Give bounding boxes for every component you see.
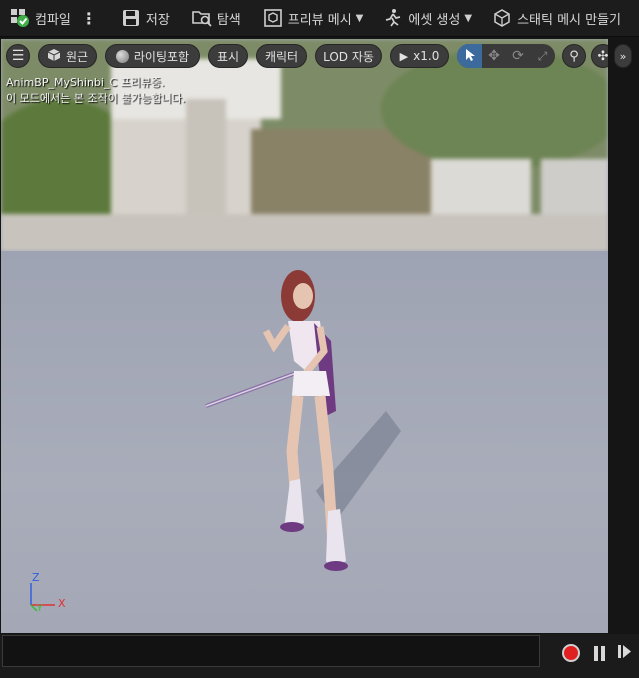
transform-tools-group: ✥ ⟳ ⤢ xyxy=(457,44,555,68)
preview-mesh-icon xyxy=(263,8,283,28)
chevron-down-icon: ▼ xyxy=(355,12,364,24)
play-icon: ▶ xyxy=(399,49,409,63)
lighting-mode-button[interactable]: 라이팅포함 xyxy=(105,44,200,68)
lighting-label: 라이팅포함 xyxy=(133,49,190,64)
save-icon xyxy=(121,8,141,28)
play-speed-button[interactable]: ▶ x1.0 xyxy=(390,44,449,68)
viewport-side-strip: » xyxy=(610,39,639,633)
perspective-label: 원근 xyxy=(65,49,89,64)
static-mesh-label: 스태틱 메시 만들기 xyxy=(517,12,622,28)
step-forward-button[interactable] xyxy=(614,642,636,664)
save-button[interactable]: 저장 xyxy=(121,0,170,36)
asset-create-label: 에셋 생성 xyxy=(408,12,461,28)
select-tool-button[interactable] xyxy=(457,44,482,68)
save-label: 저장 xyxy=(145,12,170,28)
timeline-scrubber[interactable] xyxy=(2,635,540,667)
animation-preview-viewport[interactable]: ☰ 원근 라이팅포함 표시 캐릭터 LOD 자동 ▶ x1.0 ✥ ⟳ ⤢ ⚲ … xyxy=(1,39,608,633)
make-static-mesh-button[interactable]: 스태틱 메시 만들기 xyxy=(492,0,621,36)
scale-tool-button[interactable]: ⤢ xyxy=(530,44,555,68)
browse-button[interactable]: 탐색 xyxy=(192,0,241,36)
lod-label: LOD 자동 xyxy=(323,49,374,64)
camera-icon: ⚲ xyxy=(569,48,579,64)
running-figure-icon xyxy=(383,8,403,28)
translate-tool-button[interactable]: ✥ xyxy=(482,44,506,68)
compile-status-icon xyxy=(10,8,30,28)
browse-label: 탐색 xyxy=(216,12,241,28)
record-icon xyxy=(562,644,580,662)
more-options-icon: ⋮ xyxy=(80,8,97,28)
record-button[interactable] xyxy=(560,642,582,664)
scale-icon: ⤢ xyxy=(537,48,548,63)
play-speed-label: x1.0 xyxy=(413,49,440,63)
double-chevron-right-icon: » xyxy=(619,49,627,63)
preview-info-line-1: AnimBP_MyShinbi_C 프리뷰중. xyxy=(6,76,165,89)
camera-speed-button[interactable]: ⚲ xyxy=(562,44,586,68)
character-label: 캐릭터 xyxy=(264,49,299,64)
preview-mesh-dropdown[interactable]: 프리뷰 메시 ▼ xyxy=(263,0,364,36)
step-forward-icon xyxy=(618,644,632,663)
lod-button[interactable]: LOD 자동 xyxy=(315,44,382,68)
lit-sphere-icon xyxy=(115,49,129,63)
compile-options-button[interactable]: ⋮ xyxy=(81,0,97,36)
rotate-tool-button[interactable]: ⟳ xyxy=(506,44,530,68)
chevron-down-icon: ▼ xyxy=(464,12,473,24)
hamburger-menu-icon: ☰ xyxy=(11,48,25,64)
axis-z-label: Z xyxy=(32,571,40,584)
character-menu-button[interactable]: 캐릭터 xyxy=(256,44,307,68)
show-menu-button[interactable]: 표시 xyxy=(208,44,248,68)
main-toolbar: 컴파일 ⋮ 저장 탐색 프리뷰 메시 ▼ 에셋 생성 ▼ 스태틱 메시 만들기 xyxy=(0,0,639,37)
pause-icon xyxy=(593,645,605,661)
bone-selection-button[interactable]: ✣ xyxy=(591,44,608,68)
bone-icon: ✣ xyxy=(597,48,608,64)
move-arrows-icon: ✥ xyxy=(488,48,500,64)
compile-label: 컴파일 xyxy=(35,12,71,28)
preview-info-line-2: 이 모드에서는 본 조작이 불가능합니다. xyxy=(6,92,186,105)
compile-button[interactable]: 컴파일 xyxy=(10,0,71,36)
cursor-arrow-icon xyxy=(464,47,476,66)
axis-y-label: Y xyxy=(37,604,43,614)
static-mesh-icon xyxy=(492,8,512,28)
viewport-options-button[interactable]: ☰ xyxy=(6,44,30,68)
show-label: 표시 xyxy=(216,49,240,64)
timeline-bar xyxy=(0,634,639,678)
browse-folder-icon xyxy=(192,8,212,28)
cube-icon xyxy=(47,48,61,65)
axis-x-label: X xyxy=(58,597,66,610)
perspective-button[interactable]: 원근 xyxy=(38,44,97,68)
pause-button[interactable] xyxy=(588,642,610,664)
character-preview-model xyxy=(205,270,401,571)
asset-create-dropdown[interactable]: 에셋 생성 ▼ xyxy=(383,0,472,36)
background-environment xyxy=(1,39,608,279)
rotate-icon: ⟳ xyxy=(512,48,524,64)
preview-mesh-label: 프리뷰 메시 xyxy=(287,12,352,28)
more-toolbar-options-button[interactable]: » xyxy=(614,44,632,68)
